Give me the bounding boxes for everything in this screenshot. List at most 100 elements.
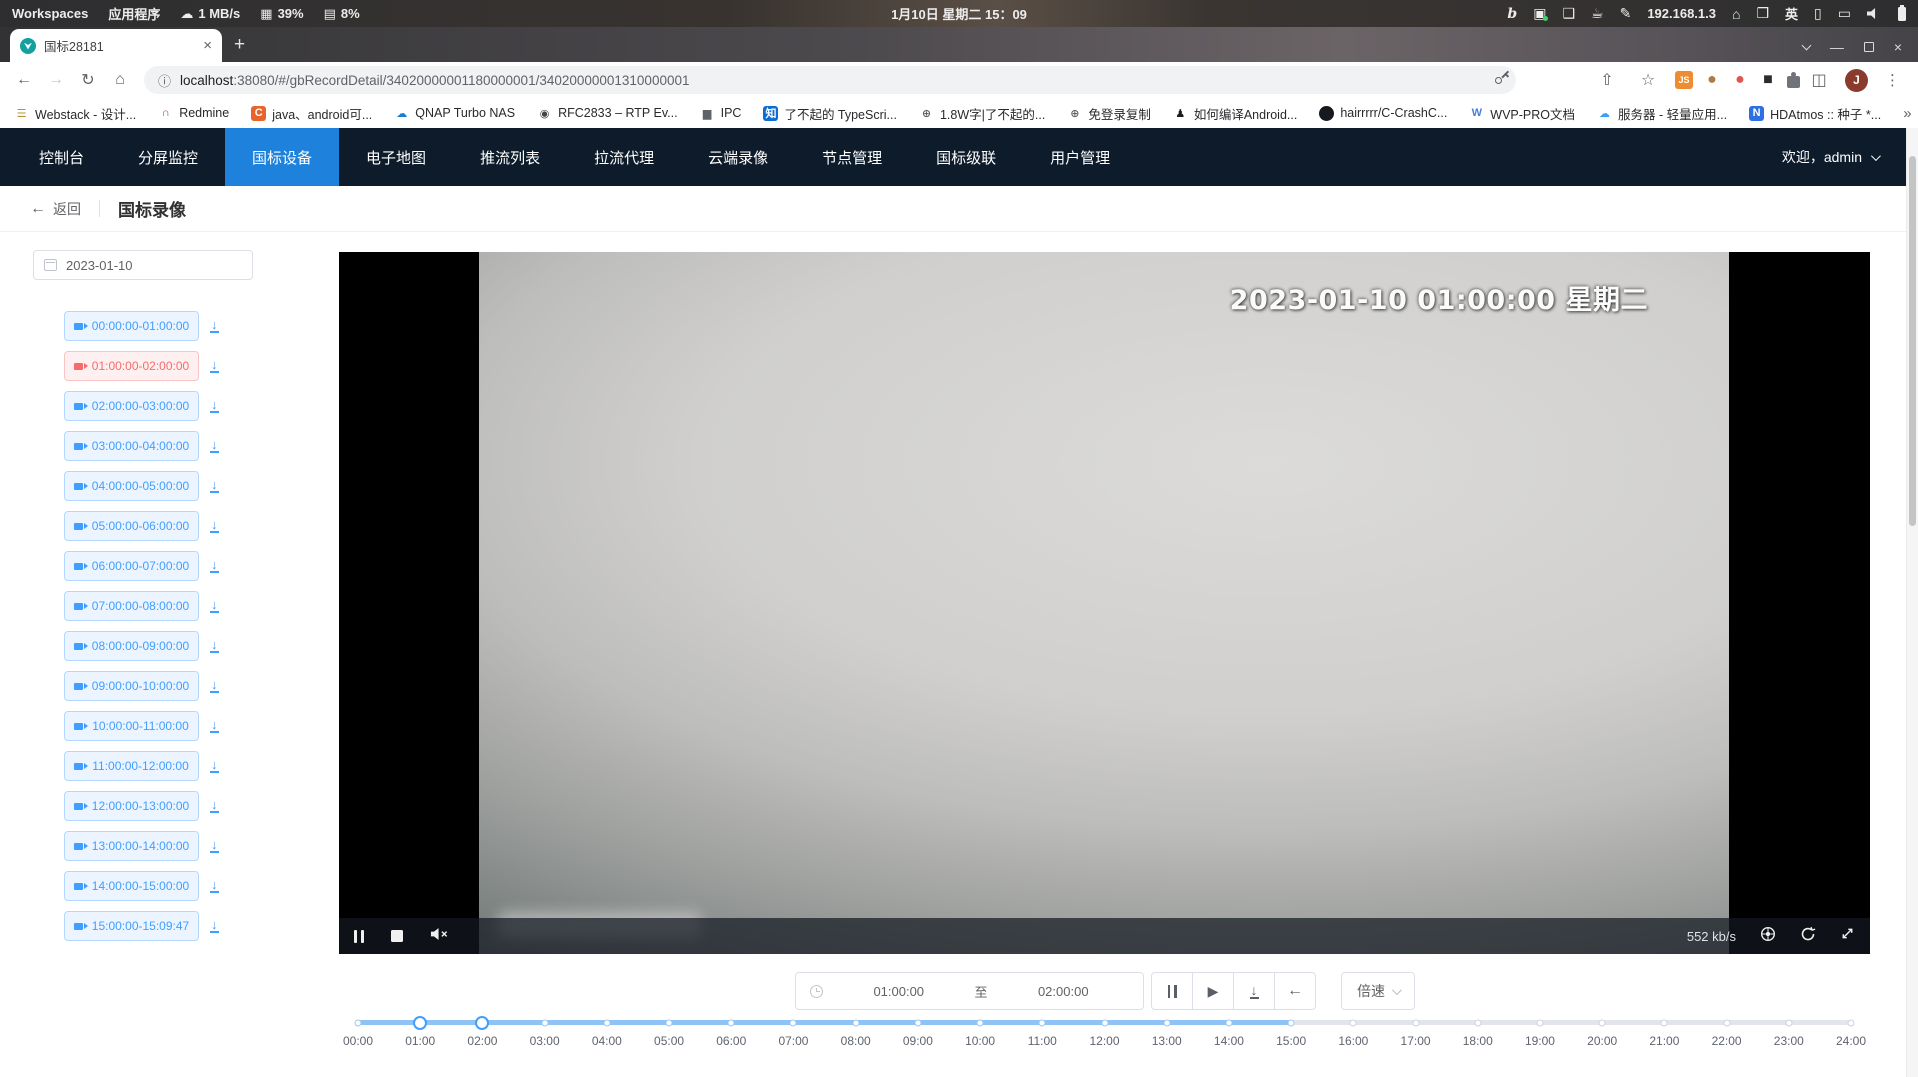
timeline-handle[interactable] [413, 1016, 427, 1030]
bookmark-github-crash[interactable]: hairrrrr/C-CrashC... [1319, 106, 1447, 121]
segment-button[interactable]: 14:00:00-15:00:00 [64, 871, 199, 901]
bookmark-java-android[interactable]: C java、android可... [251, 104, 372, 123]
nav-item[interactable]: 国标级联 [909, 128, 1023, 186]
bookmark-webstack[interactable]: ☰ Webstack - 设计... [14, 104, 136, 123]
address-bar[interactable]: ⓘ localhost:38080/#/gbRecordDetail/34020… [144, 66, 1516, 94]
bookmark-wvp-doc[interactable]: W WVP-PRO文档 [1469, 104, 1575, 123]
download-icon[interactable]: ↓ [210, 399, 219, 413]
download-button[interactable]: ↓ [1233, 972, 1275, 1010]
clock-label[interactable]: 1月10日 星期二 15：09 [891, 4, 1027, 23]
segment-button[interactable]: 10:00:00-11:00:00 [64, 711, 199, 741]
play-button[interactable]: ▶ [1192, 972, 1234, 1010]
download-icon[interactable]: ↓ [210, 759, 219, 773]
bookmark-android-build[interactable]: ♟ 如何编译Android... [1173, 104, 1298, 123]
download-icon[interactable]: ↓ [210, 559, 219, 573]
segment-button[interactable]: 06:00:00-07:00:00 [64, 551, 199, 581]
bookmark-qnap[interactable]: ☁ QNAP Turbo NAS [394, 106, 515, 121]
download-icon[interactable]: ↓ [210, 599, 219, 613]
forward-icon[interactable]: → [42, 71, 70, 89]
segment-button[interactable]: 12:00:00-13:00:00 [64, 791, 199, 821]
new-tab-button[interactable]: + [234, 34, 245, 56]
pause-icon[interactable] [354, 930, 364, 943]
segment-button[interactable]: 03:00:00-04:00:00 [64, 431, 199, 461]
side-panel-icon[interactable]: ◫ [1810, 71, 1828, 89]
bookmark-star-icon[interactable]: ☆ [1634, 70, 1662, 90]
screenshot-tool-icon[interactable]: ▣ [1533, 5, 1546, 22]
color-picker-icon[interactable]: ✎ [1620, 5, 1632, 22]
download-icon[interactable]: ↓ [210, 839, 219, 853]
network-rate-indicator[interactable]: ☁ 1 MB/s [180, 6, 240, 22]
playback-speed-button[interactable]: 倍速 [1341, 972, 1415, 1010]
coffee-icon[interactable]: ☕ [1591, 5, 1604, 22]
download-icon[interactable]: ↓ [210, 799, 219, 813]
bookmark-zhihu[interactable]: 知 了不起的 TypeScri... [763, 104, 897, 123]
memory-usage-indicator[interactable]: ▤ 8% [324, 6, 360, 22]
segment-button[interactable]: 15:00:00-15:09:47 [64, 911, 199, 941]
phone-link-icon[interactable]: ▯ [1814, 5, 1822, 22]
seek-back-button[interactable]: ← [1274, 972, 1316, 1010]
start-time-field[interactable]: 01:00:00 [823, 984, 975, 999]
battery-icon[interactable] [1898, 7, 1906, 21]
segment-button[interactable]: 02:00:00-03:00:00 [64, 391, 199, 421]
extension-cookie-icon[interactable]: ● [1703, 71, 1721, 89]
window-close-icon[interactable]: × [1894, 40, 1902, 54]
home-icon[interactable]: ⌂ [1732, 6, 1740, 22]
extension-dark-icon[interactable]: ■ [1759, 71, 1777, 89]
segment-button[interactable]: 04:00:00-05:00:00 [64, 471, 199, 501]
site-info-icon[interactable]: ⓘ [158, 71, 171, 90]
download-icon[interactable]: ↓ [210, 879, 219, 893]
fullscreen-icon[interactable] [1840, 926, 1855, 946]
end-time-field[interactable]: 02:00:00 [988, 984, 1140, 999]
bookmark-ipc-folder[interactable]: ▆ IPC [700, 106, 742, 121]
windows-stack-icon[interactable]: ❒ [1756, 5, 1769, 22]
video-surface[interactable] [479, 252, 1729, 954]
download-icon[interactable]: ↓ [210, 919, 219, 933]
timeline-handle[interactable] [475, 1016, 489, 1030]
pause-button[interactable] [1151, 972, 1193, 1010]
refresh-icon[interactable] [1800, 926, 1816, 947]
segment-button[interactable]: 09:00:00-10:00:00 [64, 671, 199, 701]
browser-home-icon[interactable]: ⌂ [106, 71, 134, 89]
cpu-usage-indicator[interactable]: ▦ 39% [260, 6, 303, 22]
bing-icon[interactable]: b [1507, 6, 1517, 22]
bookmark-cloud-server[interactable]: ☁ 服务器 - 轻量应用... [1597, 104, 1727, 123]
segment-button[interactable]: 05:00:00-06:00:00 [64, 511, 199, 541]
window-chevron-icon[interactable] [1801, 40, 1811, 50]
bookmark-typescript-article[interactable]: ⊕ 1.8W字|了不起的... [919, 104, 1045, 123]
display-icon[interactable]: ▭ [1838, 5, 1851, 22]
timeline-slider[interactable]: 00:0001:0002:0003:0004:0005:0006:0007:00… [358, 1012, 1851, 1062]
window-minimize-icon[interactable]: — [1830, 40, 1844, 54]
applications-button[interactable]: 应用程序 [108, 4, 160, 23]
profile-avatar[interactable]: J [1845, 69, 1868, 92]
download-icon[interactable]: ↓ [210, 439, 219, 453]
snapshot-icon[interactable] [1760, 926, 1776, 947]
segment-button[interactable]: 07:00:00-08:00:00 [64, 591, 199, 621]
bookmark-copy-free[interactable]: ⊕ 免登录复制 [1067, 104, 1151, 123]
share-icon[interactable]: ⇧ [1593, 70, 1621, 90]
nav-item[interactable]: 拉流代理 [567, 128, 681, 186]
date-picker-input[interactable]: 2023-01-10 [33, 250, 253, 280]
bookmark-redmine[interactable]: ∩ Redmine [158, 106, 229, 121]
segment-button[interactable]: 00:00:00-01:00:00 [64, 311, 199, 341]
back-icon[interactable]: ← [10, 71, 38, 89]
segment-button[interactable]: 13:00:00-14:00:00 [64, 831, 199, 861]
bookmarks-overflow-icon[interactable]: » [1903, 105, 1917, 122]
nav-item[interactable]: 用户管理 [1023, 128, 1137, 186]
extension-blocker-icon[interactable]: ● [1731, 71, 1749, 89]
download-icon[interactable]: ↓ [210, 719, 219, 733]
bookmark-rfc2833[interactable]: ◉ RFC2833 – RTP Ev... [537, 106, 678, 121]
nav-item[interactable]: 云端录像 [681, 128, 795, 186]
download-icon[interactable]: ↓ [210, 519, 219, 533]
segment-button[interactable]: 11:00:00-12:00:00 [64, 751, 199, 781]
nav-item[interactable]: 电子地图 [339, 128, 453, 186]
nav-item[interactable]: 国标设备 [225, 128, 339, 186]
mute-icon[interactable] [430, 927, 449, 946]
download-icon[interactable]: ↓ [210, 319, 219, 333]
nav-item[interactable]: 推流列表 [453, 128, 567, 186]
window-restore-icon[interactable] [1864, 42, 1874, 52]
download-icon[interactable]: ↓ [210, 679, 219, 693]
clipboard-icon[interactable]: ❑ [1562, 5, 1575, 22]
download-icon[interactable]: ↓ [210, 639, 219, 653]
user-menu[interactable]: 欢迎，admin [1782, 128, 1918, 186]
browser-tab[interactable]: 国标28181 × [10, 29, 222, 62]
